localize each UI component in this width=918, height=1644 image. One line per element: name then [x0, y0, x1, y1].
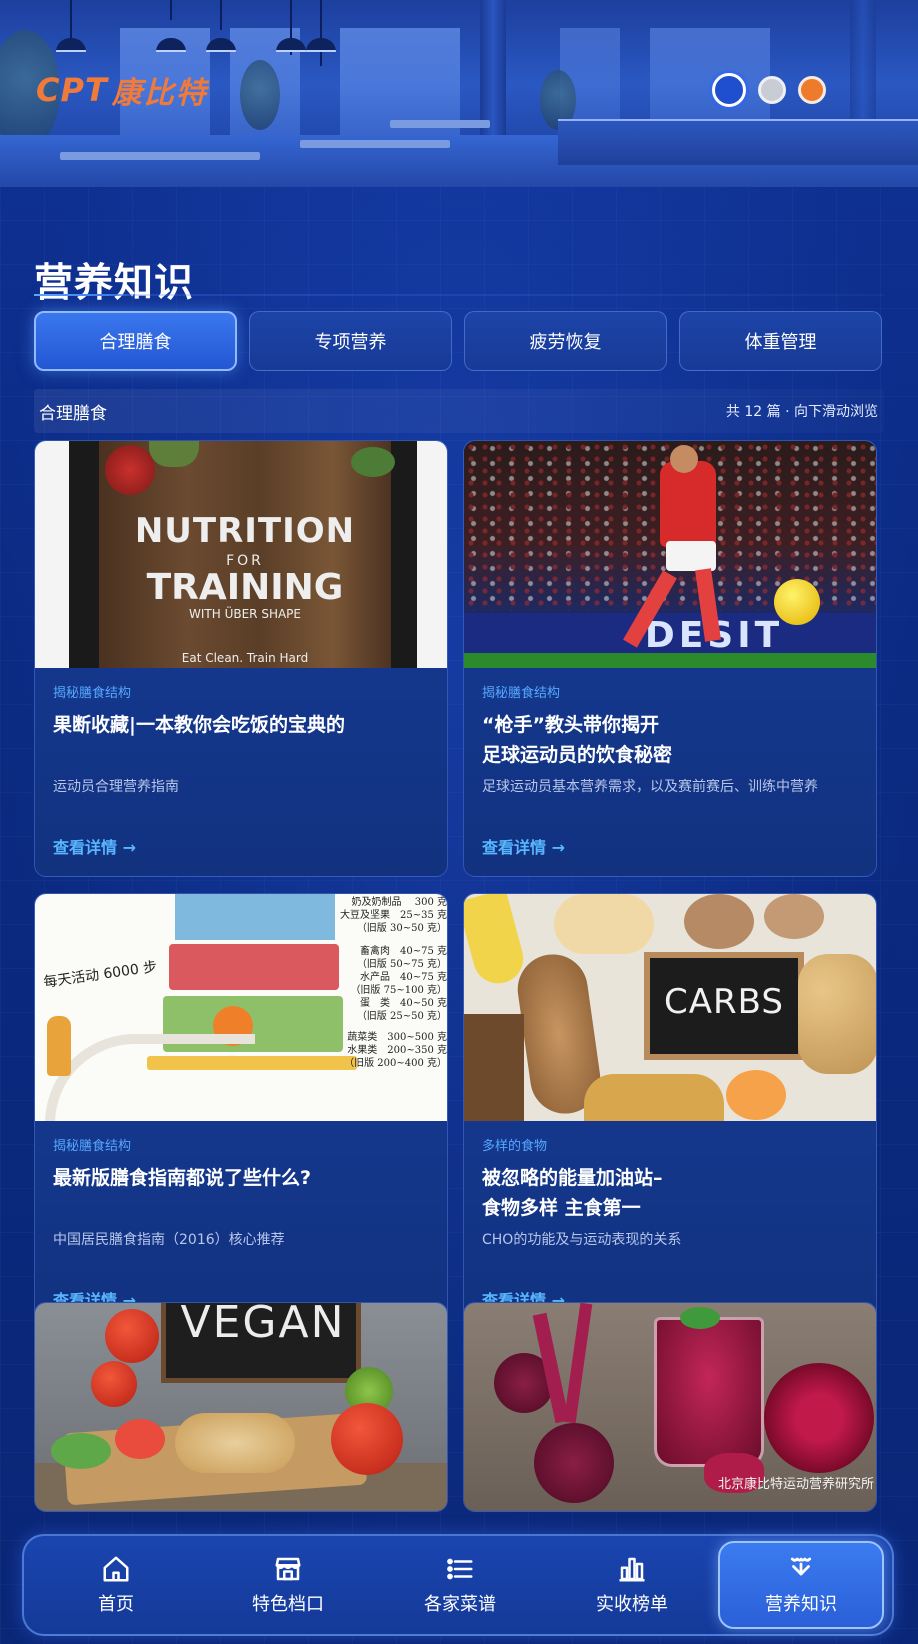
article-title[interactable]: 被忽略的能量加油站– 食物多样 主食第一	[482, 1163, 858, 1223]
pagoda-label: 大豆及坚果 25~35 克	[339, 910, 447, 921]
carousel-dot-2[interactable]	[758, 76, 786, 104]
pagoda-label: （旧版 200~400 克）	[344, 1058, 447, 1069]
pagoda-label: （旧版 50~75 克）	[356, 959, 447, 970]
carousel-dot-3[interactable]	[798, 76, 826, 104]
app-root: CPT 康比特 营养知识 合理膳食 专项营养 疲劳恢复 体重管理 合理膳食 共 …	[0, 0, 918, 1644]
pagoda-label: 蛋 类 40~50 克	[359, 998, 447, 1009]
list-category-label: 合理膳食	[39, 403, 107, 424]
image-text-training: TRAINING	[146, 567, 344, 608]
list-header: 合理膳食 共 12 篇 · 向下滑动浏览	[34, 389, 884, 433]
article-image-nutrition-book: NUTRITION FOR TRAINING WITH ÜBER SHAPE E…	[35, 441, 447, 668]
article-title[interactable]: 最新版膳食指南都说了些什么?	[53, 1163, 429, 1223]
article-title[interactable]: 果断收藏|一本教你会吃饭的宝典的	[53, 710, 429, 770]
tab-weight-management[interactable]: 体重管理	[679, 311, 882, 371]
pagoda-label: 水果类 200~350 克	[347, 1045, 447, 1056]
article-card[interactable]: DESIT 揭秘膳食结构 “枪手”教头带你揭开 足球运动员的饮食秘密 足球运动员…	[463, 440, 877, 877]
article-desc: 足球运动员基本营养需求，以及赛前赛后、训练中营养	[482, 779, 818, 795]
carousel-dot-1[interactable]	[712, 73, 746, 107]
store-icon	[275, 1557, 301, 1581]
nav-label: 特色档口	[252, 1594, 324, 1615]
article-tag: 多样的食物	[482, 1139, 548, 1154]
pagoda-label: 畜禽肉 40~75 克	[359, 946, 447, 957]
article-image-vegan: VEGAN	[35, 1303, 447, 1511]
pagoda-label: （旧版 30~50 克）	[356, 923, 447, 934]
article-desc: CHO的功能及与运动表现的关系	[482, 1232, 682, 1248]
pagoda-label: 蔬菜类 300~500 克	[347, 1032, 447, 1043]
article-tag: 揭秘膳食结构	[53, 1139, 132, 1154]
tab-balanced-diet[interactable]: 合理膳食	[34, 311, 237, 371]
article-image-beet-juice: 北京康比特运动营养研究所	[464, 1303, 876, 1511]
list-count-text: 共 12 篇 · 向下滑动浏览	[725, 404, 878, 420]
article-card[interactable]: CARBS 多样的食物 被忽略的能量加油站– 食物多样 主食第一 CHO的功能及…	[463, 893, 877, 1330]
bottom-navigation: 首页 特色档口 各家菜谱 实收榜单 营养知识	[22, 1534, 894, 1636]
brand-logo: CPT 康比特	[36, 68, 208, 112]
tab-special-nutrition[interactable]: 专项营养	[249, 311, 452, 371]
carousel-indicator	[712, 73, 826, 107]
tab-fatigue-recovery[interactable]: 疲劳恢复	[464, 311, 667, 371]
list-icon	[447, 1558, 473, 1580]
article-desc: 运动员合理营养指南	[53, 779, 179, 795]
bar-chart-icon	[619, 1557, 645, 1582]
article-title[interactable]: “枪手”教头带你揭开 足球运动员的饮食秘密	[482, 710, 858, 770]
view-details-link[interactable]: 查看详情 →	[482, 834, 565, 858]
category-tabs: 合理膳食 专项营养 疲劳恢复 体重管理	[34, 311, 882, 371]
article-tag: 揭秘膳食结构	[482, 686, 561, 701]
nav-nutrition-knowledge[interactable]: 营养知识	[718, 1541, 884, 1629]
article-card[interactable]: 每天活动 6000 步 奶及奶制品 300 克 大豆及坚果 25~35 克 （旧…	[34, 893, 448, 1330]
pagoda-label: （旧版 75~100 克）	[350, 985, 447, 996]
page-title: 营养知识	[34, 261, 195, 306]
image-text-board: CARBS	[664, 982, 784, 1022]
image-watermark: 北京康比特运动营养研究所	[717, 1477, 874, 1492]
nav-label: 首页	[98, 1594, 134, 1615]
article-tag: 揭秘膳食结构	[53, 686, 132, 701]
nav-rankings[interactable]: 实收榜单	[546, 1541, 718, 1629]
title-divider	[34, 294, 884, 296]
image-text-brand: WITH ÜBER SHAPE	[189, 607, 301, 621]
nav-label: 营养知识	[765, 1594, 837, 1615]
nutrition-icon	[790, 1557, 812, 1576]
image-text-slogan: Eat Clean. Train Hard	[181, 651, 309, 665]
nav-featured-stalls[interactable]: 特色档口	[202, 1541, 374, 1629]
article-desc: 中国居民膳食指南（2016）核心推荐	[53, 1232, 285, 1248]
article-card[interactable]: VEGAN	[34, 1302, 448, 1512]
nav-label: 实收榜单	[596, 1594, 668, 1615]
image-text-steps: 每天活动 6000 步	[42, 959, 159, 991]
article-image-football: DESIT	[464, 441, 876, 668]
logo-chinese: 康比特	[111, 76, 208, 111]
article-image-food-pagoda: 每天活动 6000 步 奶及奶制品 300 克 大豆及坚果 25~35 克 （旧…	[35, 894, 447, 1121]
view-details-link[interactable]: 查看详情 →	[53, 834, 136, 858]
nav-recipes[interactable]: 各家菜谱	[374, 1541, 546, 1629]
image-text-nutrition: NUTRITION	[134, 511, 356, 551]
article-card[interactable]: NUTRITION FOR TRAINING WITH ÜBER SHAPE E…	[34, 440, 448, 877]
article-card[interactable]: 北京康比特运动营养研究所	[463, 1302, 877, 1512]
image-text-board: VEGAN	[180, 1303, 346, 1348]
pagoda-label: 奶及奶制品 300 克	[351, 897, 447, 908]
nav-label: 各家菜谱	[424, 1594, 496, 1615]
pagoda-label: 水产品 40~75 克	[359, 972, 447, 983]
nav-home[interactable]: 首页	[30, 1541, 202, 1629]
article-image-carbs: CARBS	[464, 894, 876, 1121]
pagoda-label: （旧版 25~50 克）	[356, 1011, 447, 1022]
logo-latin: CPT	[36, 71, 108, 109]
home-icon	[103, 1556, 129, 1582]
